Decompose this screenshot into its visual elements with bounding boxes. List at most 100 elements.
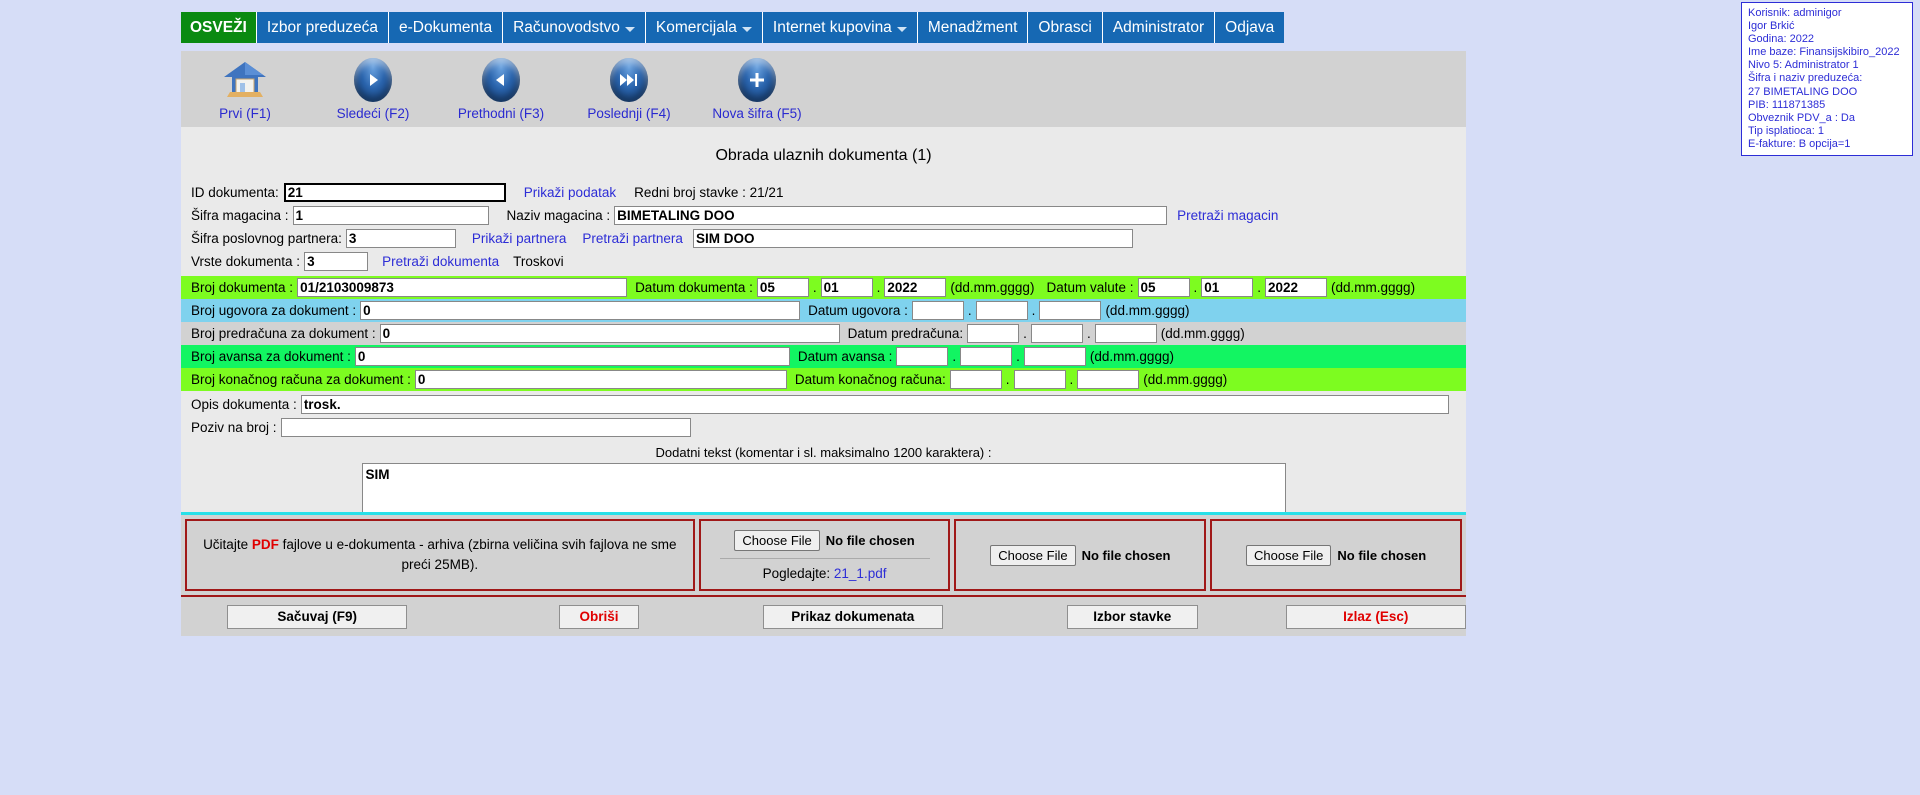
sifra-magacina-input[interactable] — [292, 206, 489, 225]
broj-predracuna-label: Broj predračuna za dokument : — [191, 326, 376, 341]
datum-konacnog-day-input[interactable] — [949, 370, 1002, 389]
menu-item-internet-kupovina[interactable]: Internet kupovina — [762, 12, 918, 43]
datum-ugovora-month-input[interactable] — [975, 301, 1028, 320]
choose-file-button-3[interactable]: Choose File — [1246, 544, 1332, 566]
datum-dokumenta-day-input[interactable] — [756, 278, 809, 297]
chevron-down-icon — [896, 26, 907, 32]
show-documents-button[interactable]: Prikaz dokumenata — [762, 604, 943, 629]
broj-dokumenta-input[interactable] — [297, 278, 628, 297]
opis-dokumenta-input[interactable] — [300, 395, 1449, 414]
datum-konacnog-label: Datum konačnog računa: — [794, 372, 946, 387]
datum-predracuna-month-input[interactable] — [1030, 324, 1083, 343]
view-file-row: Pogledajte: 21_1.pdf — [763, 566, 887, 581]
broj-dokumenta-label: Broj dokumenta : — [191, 280, 294, 295]
id-dokumenta-input[interactable] — [283, 183, 506, 202]
datum-avansa-year-input[interactable] — [1023, 347, 1086, 366]
prikazi-partnera-link[interactable]: Prikaži partnera — [472, 231, 567, 246]
menu-item-odjava[interactable]: Odjava — [1215, 12, 1285, 43]
menu-item-label: Menadžment — [927, 19, 1018, 36]
datum-valute-year-input[interactable] — [1265, 278, 1328, 297]
datum-ugovora-day-input[interactable] — [911, 301, 964, 320]
file-upload-section: Učitajte PDF fajlove u e-dokumenta - arh… — [181, 512, 1466, 595]
exit-button[interactable]: Izlaz (Esc) — [1285, 604, 1466, 629]
info-line-korisnik: Korisnik: adminigor — [1748, 7, 1842, 19]
toolbar-button-poslednji[interactable]: Poslednji (F4) — [565, 58, 693, 121]
datum-avansa-month-input[interactable] — [960, 347, 1013, 366]
toolbar-button-prethodni[interactable]: Prethodni (F3) — [437, 58, 565, 121]
broj-avansa-input[interactable] — [354, 347, 790, 366]
datum-valute-day-input[interactable] — [1137, 278, 1190, 297]
main-menu-bar: OSVEŽI Izbor preduzeća e-Dokumenta Račun… — [181, 12, 1285, 43]
broj-predracuna-input[interactable] — [379, 324, 840, 343]
pretrazi-dokumenta-link[interactable]: Pretraži dokumenta — [382, 254, 499, 269]
info-line-e-fakture: E-fakture: B opcija=1 — [1748, 137, 1851, 150]
file-input-row-3: Choose File No file chosen — [1246, 544, 1426, 566]
select-item-button[interactable]: Izbor stavke — [1066, 604, 1198, 629]
choose-file-button-2[interactable]: Choose File — [990, 544, 1076, 566]
save-button[interactable]: Sačuvaj (F9) — [227, 604, 408, 629]
datum-dokumenta-month-input[interactable] — [820, 278, 873, 297]
toolbar-button-sledeci[interactable]: Sledeći (F2) — [309, 58, 437, 121]
form-row-opis-dokumenta: Opis dokumenta : — [181, 393, 1466, 416]
upload-note-line1: Učitajte PDF fajlove u e-dokumenta - arh… — [195, 535, 685, 555]
vrste-dokumenta-input[interactable] — [304, 252, 369, 271]
play-prev-icon — [437, 58, 565, 102]
menu-item-racunovodstvo[interactable]: Računovodstvo — [503, 12, 646, 43]
datum-avansa-hint: (dd.mm.gggg) — [1089, 349, 1174, 364]
menu-item-obrasci[interactable]: Obrasci — [1028, 12, 1103, 43]
toolbar-button-prvi[interactable]: Prvi (F1) — [181, 58, 309, 121]
datum-predracuna-year-input[interactable] — [1094, 324, 1157, 343]
info-line-tip-isplatioca: Tip isplatioca: 1 — [1748, 124, 1825, 137]
form-row-sifra-partnera: Šifra poslovnog partnera: Prikaži partne… — [181, 227, 1466, 250]
datum-dokumenta-label: Datum dokumenta : — [635, 280, 753, 295]
page-title: Obrada ulaznih dokumenta (1) — [715, 147, 932, 164]
date-separator-dot: . — [876, 280, 881, 295]
datum-dokumenta-year-input[interactable] — [884, 278, 947, 297]
datum-ugovora-year-input[interactable] — [1039, 301, 1102, 320]
datum-predracuna-day-input[interactable] — [967, 324, 1020, 343]
file-input-row-1: Choose File No file chosen — [734, 529, 915, 551]
form-row-sifra-magacina: Šifra magacina : Naziv magacina : Pretra… — [181, 204, 1466, 227]
menu-item-label: Izbor preduzeća — [266, 19, 379, 36]
menu-item-e-dokumenta[interactable]: e-Dokumenta — [389, 12, 504, 43]
prikazi-podatak-link[interactable]: Prikaži podatak — [524, 185, 616, 200]
upload-note-pdf-word: PDF — [251, 537, 279, 552]
view-file-link[interactable]: 21_1.pdf — [834, 566, 887, 581]
upload-note-box: Učitajte PDF fajlove u e-dokumenta - arh… — [185, 519, 695, 591]
toolbar-button-nova-sifra[interactable]: Nova šifra (F5) — [693, 58, 821, 121]
pretrazi-magacin-link[interactable]: Pretraži magacin — [1177, 208, 1278, 223]
view-file-label: Pogledajte: — [762, 565, 831, 581]
navigation-toolbar: Prvi (F1) Sledeći (F2) Prethodni (F3) Po… — [181, 51, 1466, 127]
broj-ugovora-label: Broj ugovora za dokument : — [191, 303, 357, 318]
broj-ugovora-input[interactable] — [360, 301, 801, 320]
sifra-partnera-label: Šifra poslovnog partnera: — [191, 231, 342, 246]
datum-konacnog-month-input[interactable] — [1013, 370, 1066, 389]
choose-file-button-1[interactable]: Choose File — [734, 529, 820, 551]
datum-avansa-day-input[interactable] — [896, 347, 949, 366]
naziv-magacina-label: Naziv magacina : — [506, 208, 611, 223]
toolbar-button-label: Prvi (F1) — [219, 106, 271, 121]
delete-button[interactable]: Obriši — [559, 604, 639, 629]
menu-item-menadzment[interactable]: Menadžment — [917, 12, 1029, 43]
sifra-partnera-input[interactable] — [345, 229, 456, 248]
menu-item-administrator[interactable]: Administrator — [1102, 12, 1216, 43]
naziv-partnera-input[interactable] — [692, 229, 1133, 248]
menu-item-izbor-preduzeca[interactable]: Izbor preduzeća — [256, 12, 390, 43]
file-input-row-2: Choose File No file chosen — [990, 544, 1170, 566]
pretrazi-partnera-link[interactable]: Pretraži partnera — [582, 231, 683, 246]
date-separator-dot: . — [1257, 280, 1262, 295]
datum-valute-month-input[interactable] — [1201, 278, 1254, 297]
poziv-na-broj-input[interactable] — [280, 418, 691, 437]
date-separator-dot: . — [1005, 372, 1010, 387]
broj-konacnog-label: Broj konačnog računa za dokument : — [191, 372, 411, 387]
menu-item-label: Administrator — [1112, 19, 1205, 36]
dodatni-tekst-textarea[interactable] — [361, 463, 1286, 513]
menu-item-osvezi[interactable]: OSVEŽI — [181, 12, 257, 43]
menu-item-komercijala[interactable]: Komercijala — [645, 12, 763, 43]
info-line-name: Igor Brkić — [1748, 20, 1795, 33]
date-separator-dot: . — [967, 303, 972, 318]
datum-ugovora-hint: (dd.mm.gggg) — [1105, 303, 1190, 318]
datum-konacnog-year-input[interactable] — [1077, 370, 1140, 389]
broj-konacnog-input[interactable] — [414, 370, 787, 389]
naziv-magacina-input[interactable] — [614, 206, 1168, 225]
